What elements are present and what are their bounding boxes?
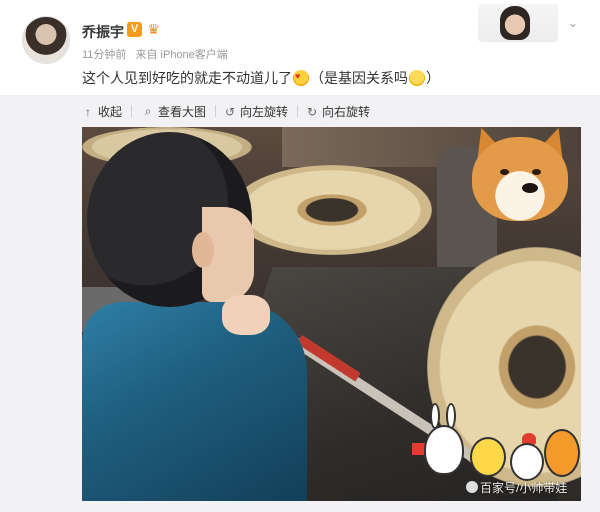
- toolbar-divider: [297, 105, 299, 117]
- rotate-left-label: 向左旋转: [240, 105, 289, 119]
- child-jacket: [82, 302, 307, 501]
- shiba-dog-sticker: [466, 127, 574, 223]
- fox-sticker: [544, 429, 580, 477]
- zoom-icon: ⌕: [144, 104, 152, 118]
- chevron-down-icon[interactable]: ⌄: [566, 16, 580, 30]
- child-ear: [192, 232, 214, 268]
- user-avatar[interactable]: [22, 16, 70, 64]
- media-expanded-panel: ↑ 收起 ⌕ 查看大图 ↺ 向左旋转 ↻ 向右旋转 百家号/小帅带娃: [0, 95, 600, 512]
- bunny-sticker: [424, 425, 464, 475]
- rotate-right-button[interactable]: ↻ 向右旋转: [306, 103, 370, 120]
- chicken-sticker: [510, 443, 544, 481]
- post-text: 这个人见到好吃的就走不动道儿了 （是基因关系吗 ）: [82, 68, 440, 88]
- post-photo[interactable]: 百家号/小帅带娃: [82, 127, 581, 501]
- toolbar-divider: [215, 105, 217, 117]
- child-hand: [222, 295, 270, 335]
- chick-sticker: [470, 437, 506, 477]
- post-time[interactable]: 11分钟前: [82, 49, 126, 61]
- shiba-eye: [532, 169, 541, 175]
- decoration-portrait: [500, 6, 530, 40]
- rotate-right-icon: ↻: [306, 104, 318, 119]
- watermark-text: 百家号/小帅带娃: [480, 481, 568, 495]
- username-link[interactable]: 乔振宇: [82, 22, 124, 42]
- card-decoration: [478, 4, 558, 42]
- vip-v-icon[interactable]: V: [127, 22, 142, 37]
- crown-icon[interactable]: ♛: [145, 21, 162, 38]
- shiba-face: [472, 137, 568, 221]
- view-large-label: 查看大图: [158, 105, 207, 119]
- shiba-nose: [522, 183, 538, 193]
- view-large-button[interactable]: ⌕ 查看大图: [142, 103, 217, 120]
- weibo-post: 乔振宇 V ♛ 11分钟前 来自 iPhone客户端 ⌄ 这个人见到好吃的就走不…: [0, 0, 600, 512]
- paw-icon: [466, 481, 478, 493]
- post-text-part3: ）: [426, 70, 440, 86]
- toolbar-divider: [131, 105, 133, 117]
- arrow-up-icon: ↑: [85, 104, 91, 119]
- shiba-eye: [500, 169, 509, 175]
- doubt-face-emoji: [409, 70, 425, 86]
- post-source: 来自 iPhone客户端: [135, 49, 228, 61]
- love-face-emoji: [293, 70, 309, 86]
- collapse-button[interactable]: ↑ 收起: [82, 103, 133, 120]
- photo-child: [82, 127, 312, 501]
- post-text-part1: 这个人见到好吃的就走不动道儿了: [82, 70, 292, 86]
- photo-watermark: 百家号/小帅带娃: [466, 479, 567, 496]
- rotate-left-button[interactable]: ↺ 向左旋转: [224, 103, 299, 120]
- rotate-right-label: 向右旋转: [322, 105, 371, 119]
- collapse-label: 收起: [98, 105, 123, 119]
- post-text-part2: （是基因关系吗: [310, 70, 408, 86]
- rotate-left-icon: ↺: [224, 104, 236, 119]
- post-meta: 11分钟前 来自 iPhone客户端: [82, 46, 234, 62]
